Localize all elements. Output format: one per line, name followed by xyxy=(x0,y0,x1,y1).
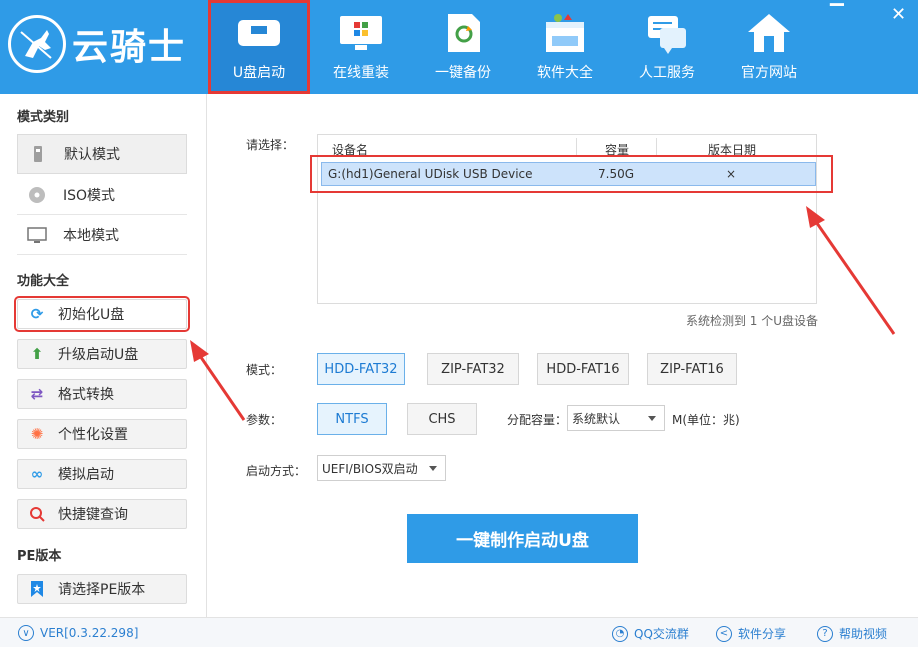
share-icon: < xyxy=(716,625,732,642)
boot-mode-select[interactable]: UEFI/BIOS双启动 xyxy=(317,455,446,481)
search-icon xyxy=(28,505,46,523)
nav-backup[interactable]: 一键备份 xyxy=(412,0,514,94)
help-label: 帮助视频 xyxy=(839,627,888,641)
detect-status-text: 系统检测到 1 个U盘设备 xyxy=(685,314,818,328)
mode-hdd-fat32-button[interactable]: HDD-FAT32 xyxy=(317,353,405,385)
mode-hdd-fat16-button[interactable]: HDD-FAT16 xyxy=(537,353,629,385)
app-logo: 云骑士 xyxy=(8,14,186,74)
make-boot-usb-button[interactable]: 一键制作启动U盘 xyxy=(407,514,638,563)
function-section-title: 功能大全 xyxy=(17,274,70,289)
mode-local[interactable]: 本地模式 xyxy=(17,215,187,255)
backup-icon xyxy=(440,12,486,54)
alloc-label: 分配容量： xyxy=(507,413,568,427)
help-video-link[interactable]: ? 帮助视频 xyxy=(817,625,887,642)
chevron-down-icon xyxy=(648,416,656,421)
format-convert-button[interactable]: ⇄ 格式转换 xyxy=(17,379,187,409)
hotkey-query-button[interactable]: 快捷键查询 xyxy=(17,499,187,529)
pe-section-title: PE版本 xyxy=(17,549,62,564)
up-arrow-icon: ⬆ xyxy=(30,345,44,363)
select-label: 请选择： xyxy=(246,138,295,152)
boot-value: UEFI/BIOS双启动 xyxy=(322,461,418,476)
mode-label: 本地模式 xyxy=(63,227,119,244)
top-bar: 云骑士 U盘启动 在线重装 一键备份 软件大全 人工服务 官方网站 ▔ ✕ xyxy=(0,0,918,94)
column-divider xyxy=(656,138,657,156)
home-icon xyxy=(746,12,792,54)
mode-label: 模式： xyxy=(246,363,283,377)
nav-online-reinstall[interactable]: 在线重装 xyxy=(310,0,412,94)
close-button[interactable]: ✕ xyxy=(891,6,906,24)
nav-label: 一键备份 xyxy=(435,65,491,81)
fn-label: 升级启动U盘 xyxy=(58,347,139,363)
nav-usb-boot[interactable]: U盘启动 xyxy=(208,0,310,94)
refresh-icon: ⟳ xyxy=(30,305,44,323)
param-label: 参数： xyxy=(246,413,283,427)
qq-group-link[interactable]: ◔ QQ交流群 xyxy=(612,625,689,642)
simulate-boot-button[interactable]: ∞ 模拟启动 xyxy=(17,459,187,489)
fn-label: 模拟启动 xyxy=(58,467,114,483)
monitor-icon xyxy=(27,225,47,245)
software-share-link[interactable]: < 软件分享 xyxy=(716,625,786,642)
row-highlight-box xyxy=(310,155,833,193)
alloc-value: 系统默认 xyxy=(572,411,621,426)
monitor-windows-icon xyxy=(338,12,384,54)
upgrade-usb-button[interactable]: ⬆ 升级启动U盘 xyxy=(17,339,187,369)
nav-label: 人工服务 xyxy=(639,65,695,81)
qq-label: QQ交流群 xyxy=(634,627,689,641)
fn-label: 请选择PE版本 xyxy=(58,582,146,598)
alloc-unit: M(单位：兆) xyxy=(672,413,740,427)
usb-stick-icon xyxy=(28,144,48,164)
usb-drive-icon xyxy=(236,12,282,54)
fn-label: 初始化U盘 xyxy=(58,307,125,323)
nav-label: 在线重装 xyxy=(333,65,389,81)
param-ntfs-button[interactable]: NTFS xyxy=(317,403,387,435)
chevron-down-icon: ∨ xyxy=(18,625,34,641)
nav-label: U盘启动 xyxy=(232,65,286,81)
nav-official-site[interactable]: 官方网站 xyxy=(718,0,820,94)
init-usb-button[interactable]: ⟳ 初始化U盘 xyxy=(14,296,190,332)
version-info: ∨ VER[0.3.22.298] xyxy=(18,625,138,641)
mode-section-title: 模式类别 xyxy=(17,110,70,125)
link-icon: ∞ xyxy=(30,465,44,483)
share-label: 软件分享 xyxy=(738,627,787,641)
fn-label: 快捷键查询 xyxy=(58,507,128,523)
chat-service-icon xyxy=(644,12,690,54)
nav-service[interactable]: 人工服务 xyxy=(616,0,718,94)
boot-label: 启动方式： xyxy=(246,464,307,478)
nav-label: 软件大全 xyxy=(537,65,593,81)
qq-icon: ◔ xyxy=(612,625,628,642)
alloc-capacity-select[interactable]: 系统默认 xyxy=(567,405,665,431)
column-divider xyxy=(576,138,577,156)
select-pe-button[interactable]: 请选择PE版本 xyxy=(17,574,187,604)
status-bar: ∨ VER[0.3.22.298] ◔ QQ交流群 < 软件分享 ? 帮助视频 xyxy=(0,617,918,647)
mode-iso[interactable]: ISO模式 xyxy=(17,175,187,215)
app-name: 云骑士 xyxy=(72,26,187,68)
mode-label: 默认模式 xyxy=(64,147,120,163)
mode-default[interactable]: 默认模式 xyxy=(17,134,187,174)
personalize-button[interactable]: ✺ 个性化设置 xyxy=(17,419,187,449)
software-box-icon xyxy=(542,12,588,54)
chevron-down-icon xyxy=(429,466,437,471)
help-icon: ? xyxy=(817,625,833,642)
minimize-button[interactable]: ▔ xyxy=(830,6,844,24)
fn-label: 格式转换 xyxy=(58,387,114,403)
sidebar: 模式类别 默认模式 ISO模式 本地模式 功能大全 ⟳ 初始化U盘 ⬆ 升级启动… xyxy=(0,94,207,617)
main-panel: 请选择： 设备名 容量 版本日期 G:(hd1)General UDisk US… xyxy=(208,94,918,617)
mode-label: ISO模式 xyxy=(63,187,116,204)
knight-logo-icon xyxy=(8,15,66,73)
param-chs-button[interactable]: CHS xyxy=(407,403,477,435)
gear-icon: ✺ xyxy=(30,425,44,443)
fn-label: 个性化设置 xyxy=(58,427,128,443)
nav-label: 官方网站 xyxy=(741,65,797,81)
mode-zip-fat32-button[interactable]: ZIP-FAT32 xyxy=(427,353,519,385)
bookmark-icon xyxy=(28,580,46,598)
disc-icon xyxy=(27,185,47,205)
nav-software[interactable]: 软件大全 xyxy=(514,0,616,94)
version-text: VER[0.3.22.298] xyxy=(40,626,139,640)
swap-icon: ⇄ xyxy=(30,385,44,403)
top-nav: U盘启动 在线重装 一键备份 软件大全 人工服务 官方网站 xyxy=(208,0,820,94)
mode-zip-fat16-button[interactable]: ZIP-FAT16 xyxy=(647,353,737,385)
